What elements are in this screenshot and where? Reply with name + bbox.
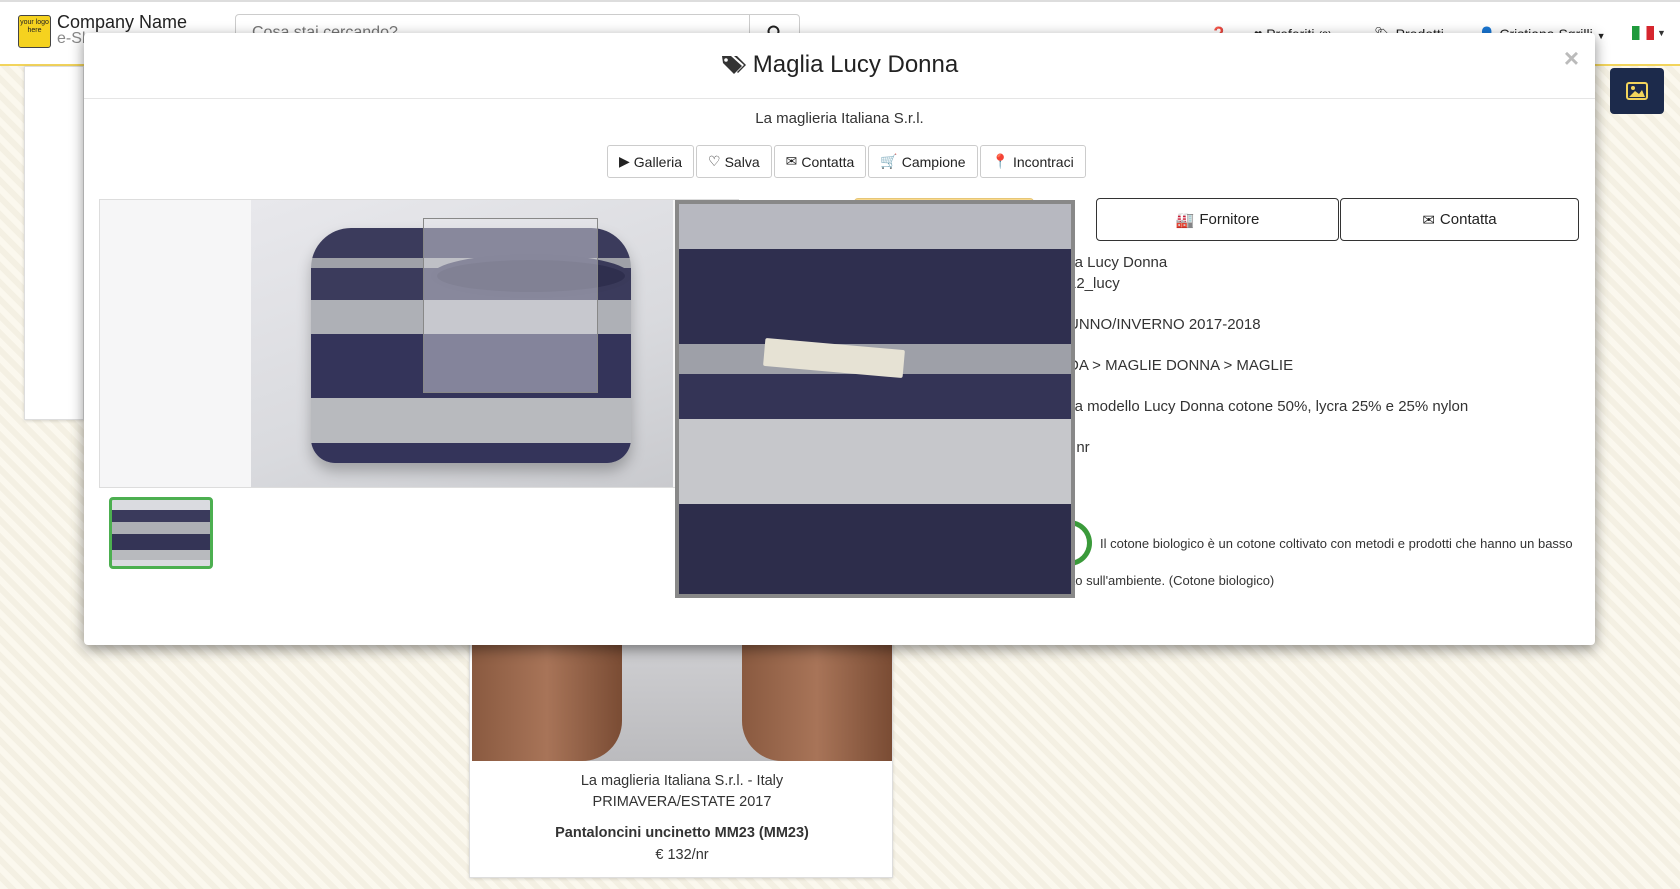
play-circle-icon: ▶ — [619, 153, 630, 169]
map-marker-icon: 📍 — [991, 153, 1009, 169]
sample-button[interactable]: 🛒 Campione — [868, 145, 978, 178]
zoom-lens[interactable] — [423, 218, 598, 393]
envelope-icon: ✉ — [1422, 211, 1435, 229]
envelope-icon: ✉ — [785, 153, 798, 169]
contact-button-label: Contatta — [801, 153, 855, 170]
meet-button-label: Incontraci — [1013, 153, 1074, 170]
thumbnail-image[interactable] — [109, 497, 213, 569]
tags-icon — [721, 56, 746, 74]
tab-supplier[interactable]: 🏭 Fornitore — [1096, 198, 1339, 241]
tab-contact[interactable]: ✉ Contatta — [1340, 198, 1579, 241]
image-icon — [1626, 82, 1648, 100]
industry-icon: 🏭 — [1175, 211, 1195, 229]
product-modal: Maglia Lucy Donna × La maglieria Italian… — [84, 33, 1595, 645]
language-caret-icon: ▼ — [1657, 28, 1666, 38]
detail-season: UNNO/INVERNO 2017-2018 — [1068, 316, 1261, 333]
modal-supplier-name[interactable]: La maglieria Italiana S.r.l. — [84, 110, 1595, 127]
gallery-button-label: Galleria — [633, 153, 683, 170]
modal-header: Maglia Lucy Donna × — [84, 33, 1595, 99]
modal-title: Maglia Lucy Donna — [84, 51, 1595, 79]
product-card-supplier: La maglieria Italiana S.r.l. - Italy — [580, 773, 784, 789]
company-logo[interactable]: your logo here — [18, 15, 51, 48]
garment-label — [763, 337, 905, 379]
tab-supplier-label: Fornitore — [1199, 211, 1260, 228]
detail-name: lia Lucy Donna — [1068, 254, 1168, 271]
gallery-button[interactable]: ▶ Galleria — [607, 145, 695, 178]
save-button[interactable]: ♡ Salva — [696, 145, 772, 178]
save-button-label: Salva — [724, 153, 760, 170]
logo-text: your logo here — [20, 19, 49, 34]
caret-down-icon: ▼ — [1596, 31, 1606, 41]
product-card-price: € 132/nr — [655, 847, 709, 863]
zoom-preview — [675, 200, 1075, 598]
meet-button[interactable]: 📍 Incontraci — [979, 145, 1086, 178]
detail-category: DA > MAGLIE DONNA > MAGLIE — [1068, 357, 1294, 374]
modal-title-text: Maglia Lucy Donna — [752, 51, 959, 78]
product-card[interactable]: La maglieria Italiana S.r.l. - Italy PRI… — [469, 640, 893, 878]
background-panel — [24, 66, 84, 420]
action-buttons: ▶ Galleria ♡ Salva ✉ Contatta 🛒 Campione… — [607, 145, 1086, 178]
detail-description: lia modello Lucy Donna cotone 50%, lycra… — [1068, 398, 1469, 415]
language-flag-icon[interactable] — [1632, 26, 1654, 40]
cart-icon: 🛒 — [880, 153, 898, 169]
product-card-name[interactable]: Pantaloncini uncinetto MM23 (MM23) — [470, 825, 894, 841]
image-view-button[interactable] — [1610, 68, 1664, 114]
image-gallery[interactable] — [99, 199, 739, 488]
close-icon[interactable]: × — [1564, 43, 1579, 74]
product-card-image — [472, 641, 892, 761]
detail-code: 12_lucy — [1068, 275, 1120, 292]
tab-contact-label: Contatta — [1439, 211, 1497, 228]
contact-button[interactable]: ✉ Contatta — [773, 145, 867, 178]
eco-description-line1: Il cotone biologico è un cotone coltivat… — [1100, 536, 1573, 551]
eco-description-line2: tto sull'ambiente. (Cotone biologico) — [1068, 573, 1275, 588]
product-card-season: PRIMAVERA/ESTATE 2017 — [592, 794, 772, 810]
sample-button-label: Campione — [901, 153, 966, 170]
heart-outline-icon: ♡ — [708, 153, 721, 169]
